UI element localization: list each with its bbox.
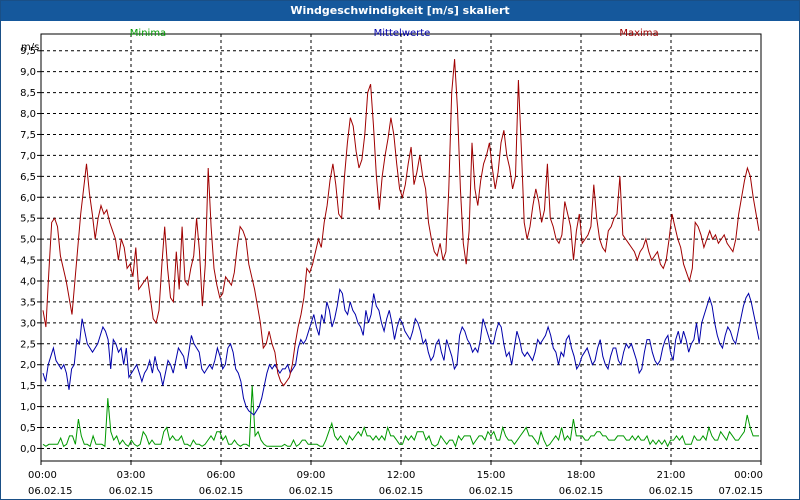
y-tick-label: 6,5 xyxy=(20,172,36,183)
x-tick-date: 06.02.15 xyxy=(559,486,604,497)
y-tick-label: 4,5 xyxy=(20,256,36,267)
y-tick-label: 3,5 xyxy=(20,297,36,308)
x-tick-time: 09:00 xyxy=(297,470,326,481)
y-tick-label: 3,0 xyxy=(20,318,36,329)
y-tick-label: 1,5 xyxy=(20,381,36,392)
x-tick-date: 06.02.15 xyxy=(28,486,73,497)
wind-speed-chart: 0,0 0,5 1,0 1,5 2,0 2,5 3,0 3,5 4,0 4,5 5,0 5,5 6,0 6… xyxy=(20,28,763,497)
y-tick-label: 9,0 xyxy=(20,67,36,78)
x-tick-time: 18:00 xyxy=(567,470,596,481)
x-tick-date: 06.02.15 xyxy=(199,486,244,497)
x-tick-time: 15:00 xyxy=(477,470,506,481)
axes xyxy=(37,33,762,465)
y-tick-label: 0,5 xyxy=(20,423,36,434)
x-tick-time: 00:00 xyxy=(28,470,57,481)
y-axis-label: m/s xyxy=(21,42,39,53)
y-tick-label: 0,0 xyxy=(20,444,36,455)
x-tick-date: 06.02.15 xyxy=(289,486,334,497)
y-tick-label: 7,5 xyxy=(20,130,36,141)
y-tick-label: 5,0 xyxy=(20,235,36,246)
y-tick-label: 5,5 xyxy=(20,214,36,225)
x-tick-time: 12:00 xyxy=(387,470,416,481)
x-tick-date: 06.02.15 xyxy=(379,486,424,497)
x-tick-time: 06:00 xyxy=(207,470,236,481)
legend-maxima: Maxima xyxy=(619,28,658,39)
x-tick-date: 06.02.15 xyxy=(109,486,154,497)
y-tick-label: 2,5 xyxy=(20,339,36,350)
y-tick-label: 6,0 xyxy=(20,193,36,204)
y-tick-labels: 0,0 0,5 1,0 1,5 2,0 2,5 3,0 3,5 4,0 4,5 5,0 5,5 6,0 6… xyxy=(20,46,36,455)
y-tick-label: 1,0 xyxy=(20,402,36,413)
chart-title: Windgeschwindigkeit [m/s] skaliert xyxy=(1,1,799,21)
x-tick-labels: 00:00 06.02.15 03:00 06.02.15 06:00 06.02.15 0… xyxy=(28,470,763,497)
y-tick-label: 4,0 xyxy=(20,276,36,287)
x-tick-time: 00:00 xyxy=(734,470,763,481)
legend-minima: Minima xyxy=(130,28,166,39)
x-tick-date: 06.02.15 xyxy=(649,486,694,497)
y-tick-label: 8,0 xyxy=(20,109,36,120)
legend-mittelwerte: Mittelwerte xyxy=(374,28,431,39)
x-tick-date: 07.02.15 xyxy=(718,486,763,497)
chart-window: Windgeschwindigkeit [m/s] skaliert 0,0 0,… xyxy=(0,0,800,500)
x-tick-date: 06.02.15 xyxy=(469,486,514,497)
x-tick-time: 03:00 xyxy=(117,470,146,481)
grid-lines xyxy=(41,34,761,461)
y-tick-label: 2,0 xyxy=(20,360,36,371)
x-tick-time: 21:00 xyxy=(657,470,686,481)
y-tick-label: 8,5 xyxy=(20,88,36,99)
y-tick-label: 7,0 xyxy=(20,151,36,162)
